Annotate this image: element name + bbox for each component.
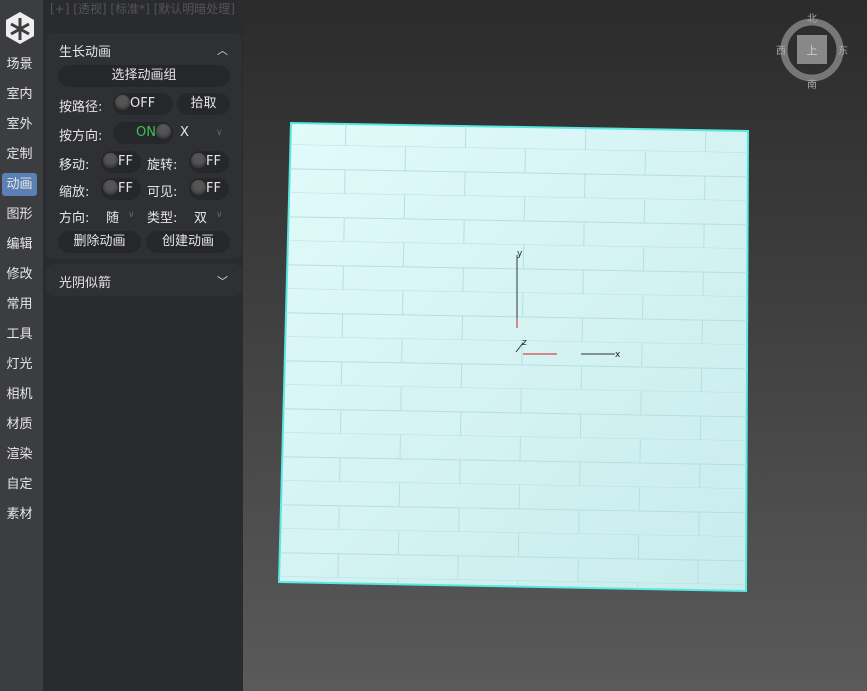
nav-item[interactable]: 动画 — [2, 173, 37, 196]
nav-item[interactable]: 场景 — [2, 53, 37, 76]
nav-item[interactable]: 室内 — [2, 83, 37, 106]
chevron-down-icon[interactable]: ∨ — [216, 128, 223, 138]
section-title: 生长动画 — [59, 45, 112, 60]
rotate-label: 旋转: — [147, 158, 178, 173]
type-label: 类型: — [147, 211, 178, 226]
left-nav: 场景室内室外定制动画图形编辑修改常用工具灯光相机材质渲染自定素材 — [0, 0, 43, 691]
compass-west: 西 — [776, 46, 786, 57]
by-path-label: 按路径: — [59, 100, 103, 115]
move-label: 移动: — [59, 158, 90, 173]
toggle-knob-icon — [103, 180, 118, 195]
nav-item[interactable]: 常用 — [2, 293, 37, 316]
3d-viewport[interactable]: y z x 上 北 南 东 西 — [243, 0, 867, 691]
nav-item[interactable]: 渲染 — [2, 443, 37, 466]
light-shadow-section[interactable]: 光阴似箭 ﹀ — [46, 264, 242, 296]
direction-select[interactable]: 随 — [106, 207, 119, 226]
toggle-state: ON — [136, 125, 156, 140]
z-axis-label: z — [522, 338, 527, 348]
nav-item[interactable]: 修改 — [2, 263, 37, 286]
type-select[interactable]: 双 — [194, 207, 207, 226]
toggle-state: FF — [118, 181, 133, 196]
chevron-down-icon[interactable]: ﹀ — [217, 273, 228, 289]
section-title: 光阴似箭 — [59, 276, 112, 291]
toggle-state: FF — [118, 154, 133, 169]
chevron-down-icon[interactable]: ∨ — [128, 210, 135, 220]
cube-face-label: 上 — [807, 44, 818, 57]
rotate-toggle[interactable]: FF — [189, 151, 229, 173]
nav-item[interactable]: 相机 — [2, 383, 37, 406]
nav-item[interactable]: 灯光 — [2, 353, 37, 376]
nav-item[interactable]: 材质 — [2, 413, 37, 436]
toggle-knob-icon — [191, 153, 206, 168]
direction-label: 方向: — [59, 211, 90, 226]
compass-north: 北 — [807, 13, 817, 25]
viewport-label[interactable]: [+] [透视] [标准*] [默认明暗处理] — [50, 0, 235, 17]
nav-item[interactable]: 定制 — [2, 143, 37, 166]
toggle-state: FF — [206, 154, 221, 169]
nav-item[interactable]: 自定 — [2, 473, 37, 496]
move-toggle[interactable]: FF — [101, 151, 141, 173]
pick-button[interactable]: 拾取 — [177, 93, 230, 115]
chevron-down-icon[interactable]: ∨ — [216, 210, 223, 220]
toggle-state: FF — [206, 181, 221, 196]
logo-icon — [6, 12, 34, 44]
nav-item[interactable]: 图形 — [2, 203, 37, 226]
chevron-up-icon[interactable]: ︿ — [217, 42, 228, 58]
toggle-knob-icon — [156, 124, 171, 139]
by-direction-toggle[interactable]: ON — [113, 122, 173, 144]
scene: y z x 上 北 南 东 西 — [277, 13, 848, 593]
toggle-state: OFF — [130, 96, 156, 111]
create-animation-button[interactable]: 创建动画 — [146, 231, 230, 253]
visible-label: 可见: — [147, 185, 178, 200]
growth-animation-section: 生长动画 ︿ 选择动画组 按路径: OFF 拾取 按方向: ON X ∨ 移动:… — [46, 33, 242, 259]
scale-label: 缩放: — [59, 185, 90, 200]
compass-east: 东 — [838, 44, 848, 57]
toggle-knob-icon — [115, 95, 130, 110]
axis-select[interactable]: X — [180, 125, 189, 140]
scale-toggle[interactable]: FF — [101, 178, 141, 200]
y-axis-label: y — [517, 249, 523, 259]
compass-south: 南 — [807, 78, 817, 91]
nav-item[interactable]: 编辑 — [2, 233, 37, 256]
nav-item[interactable]: 素材 — [2, 503, 37, 526]
by-path-toggle[interactable]: OFF — [113, 93, 173, 115]
toggle-knob-icon — [103, 153, 118, 168]
nav-item[interactable]: 室外 — [2, 113, 37, 136]
visible-toggle[interactable]: FF — [189, 178, 229, 200]
nav-item[interactable]: 工具 — [2, 323, 37, 346]
by-direction-label: 按方向: — [59, 129, 103, 144]
view-cube-compass[interactable]: 上 北 南 东 西 — [776, 13, 848, 91]
select-group-button[interactable]: 选择动画组 — [58, 65, 230, 87]
delete-animation-button[interactable]: 删除动画 — [58, 231, 141, 253]
x-axis-label: x — [615, 350, 621, 360]
toggle-knob-icon — [191, 180, 206, 195]
